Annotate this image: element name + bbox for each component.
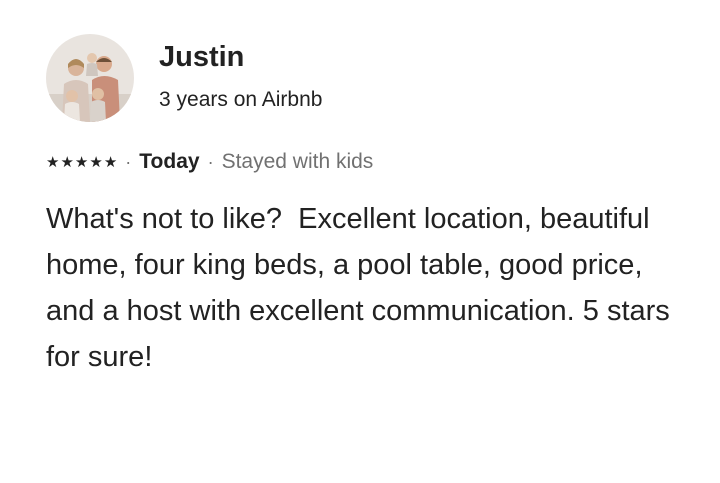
reviewer-identity: Justin 3 years on Airbnb [159, 40, 323, 113]
star-icon: ★ [46, 153, 60, 171]
family-photo-avatar-icon [46, 34, 134, 122]
separator-dot: · [125, 152, 132, 172]
trip-type: Stayed with kids [221, 150, 374, 173]
star-icon: ★ [60, 153, 74, 171]
separator-dot: · [207, 152, 214, 172]
star-rating: ★ ★ ★ ★ ★ [46, 155, 117, 170]
reviewer-header: Justin 3 years on Airbnb [46, 34, 322, 122]
star-icon: ★ [89, 153, 103, 171]
star-icon: ★ [74, 153, 89, 171]
reviewer-tenure: 3 years on Airbnb [159, 88, 323, 111]
reviewer-name[interactable]: Justin [159, 40, 322, 74]
star-icon: ★ [103, 153, 118, 171]
reviewer-avatar[interactable] [46, 34, 134, 122]
review-meta: ★ ★ ★ ★ ★ · Today · Stayed with kids [46, 148, 373, 176]
review-card: Justin 3 years on Airbnb ★ ★ ★ ★ ★ · Tod… [0, 0, 720, 483]
review-text: What's not to like? Excellent location, … [46, 203, 678, 373]
review-date: Today [139, 150, 200, 173]
